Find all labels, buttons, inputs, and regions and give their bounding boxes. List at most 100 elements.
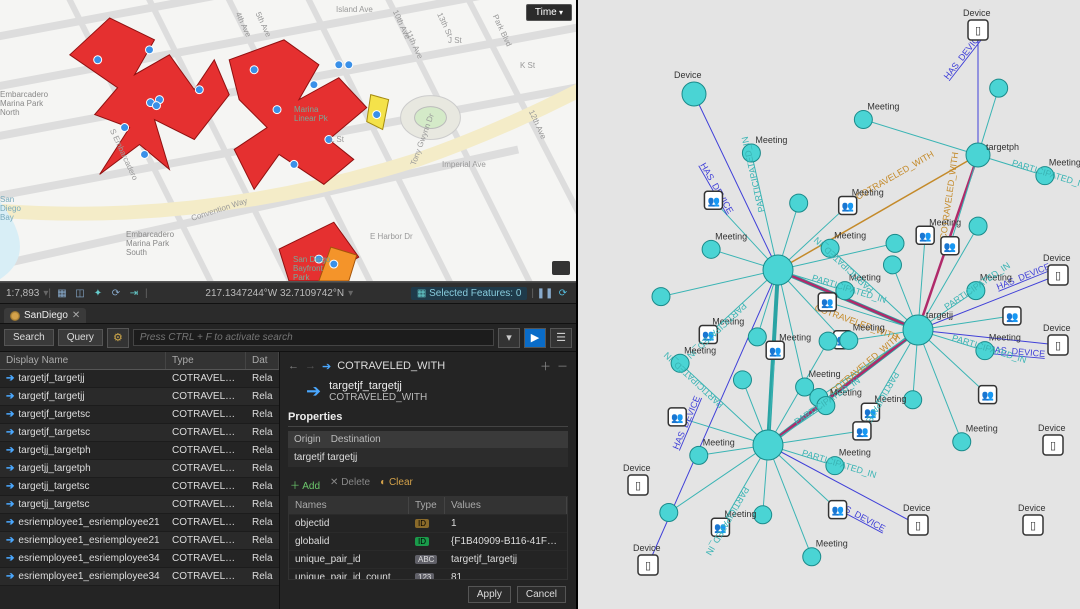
col-type[interactable]: Type — [166, 352, 246, 369]
svg-text:👥: 👥 — [769, 346, 781, 357]
tool-a-icon[interactable]: ◫ — [73, 286, 87, 300]
search-dropdown-icon[interactable]: ▾ — [498, 328, 520, 348]
map-view[interactable]: Time Island Ave J St K St L St Imperial … — [0, 0, 576, 282]
svg-text:Device: Device — [963, 8, 991, 18]
query-button[interactable]: Query — [58, 329, 103, 346]
cancel-button[interactable]: Cancel — [517, 586, 566, 603]
svg-text:Device: Device — [633, 543, 661, 553]
knowledge-graph-icon — [10, 311, 20, 321]
refresh-icon[interactable]: ⟳ — [556, 286, 570, 300]
table-row[interactable]: ➔esriemployee1_esriemployee21COTRAVELED_… — [0, 514, 279, 532]
svg-text:Meeting: Meeting — [755, 135, 787, 145]
svg-text:Device: Device — [1043, 323, 1071, 333]
svg-text:Meeting: Meeting — [989, 333, 1021, 343]
svg-text:Meeting: Meeting — [816, 539, 848, 549]
properties-table: Names Type Values objectidID1globalidID{… — [288, 496, 568, 580]
property-row[interactable]: globalidID{F1B40909-B116-41FC-95EE-FE715… — [289, 532, 567, 550]
table-row[interactable]: ➔esriemployee1_esriemployee34COTRAVELED_… — [0, 550, 279, 568]
search-button[interactable]: Search — [4, 329, 54, 346]
detail-title: targetjf_targetjj — [329, 380, 427, 392]
list-icon[interactable]: ☰ — [550, 328, 572, 348]
settings-icon[interactable]: ⚙ — [107, 328, 129, 348]
pause-icon[interactable]: ❚❚ — [538, 286, 552, 300]
run-icon[interactable]: ▶ — [524, 328, 546, 348]
constraint-icon[interactable]: ⇥ — [127, 286, 141, 300]
svg-text:Meeting: Meeting — [703, 437, 735, 447]
svg-text:Device: Device — [674, 70, 702, 80]
detail-subtype: COTRAVELED_WITH — [329, 392, 427, 403]
svg-text:Meeting: Meeting — [779, 332, 811, 342]
svg-text:👥: 👥 — [919, 231, 931, 242]
col-ptype[interactable]: Type — [409, 497, 445, 514]
origin-dest-value: targetjf targetjj — [288, 448, 568, 467]
add-property-button[interactable]: ＋ Add — [290, 477, 320, 492]
property-row[interactable]: unique_pair_id_count12381 — [289, 568, 567, 580]
svg-text:👥: 👥 — [944, 242, 956, 253]
svg-text:▯: ▯ — [975, 25, 981, 37]
svg-text:Meeting: Meeting — [1049, 158, 1080, 168]
origin-dest-header: OriginDestination — [288, 431, 568, 448]
link-chart[interactable]: COTRAVELED_WITH COTRAVELED_WITH COTRAVEL… — [578, 0, 1080, 609]
selected-features[interactable]: ▦ Selected Features: 0 — [411, 287, 528, 300]
results-list: Display Name Type Dat ➔targetjf_targetjj… — [0, 352, 280, 609]
table-row[interactable]: ➔esriemployee1_esriemployee34COTRAVELED_… — [0, 568, 279, 586]
svg-text:Meeting: Meeting — [715, 231, 747, 241]
table-row[interactable]: ➔targetjf_targetjjCOTRAVELED_WITHRela — [0, 370, 279, 388]
svg-text:Meeting: Meeting — [853, 322, 885, 332]
svg-text:▯: ▯ — [1055, 340, 1061, 352]
snap-icon[interactable]: ✦ — [91, 286, 105, 300]
col-dat[interactable]: Dat — [246, 352, 279, 369]
apply-button[interactable]: Apply — [468, 586, 511, 603]
minus-icon[interactable]: － — [557, 358, 568, 374]
svg-text:Meeting: Meeting — [966, 424, 998, 434]
svg-text:👥: 👥 — [856, 427, 868, 438]
scale-text[interactable]: 1:7,893 — [6, 288, 39, 299]
svg-text:Meeting: Meeting — [929, 217, 961, 227]
table-row[interactable]: ➔targetjj_targetphCOTRAVELED_WITHRela — [0, 460, 279, 478]
coords-text: 217.1347244°W 32.7109742°N — [205, 288, 344, 299]
table-row[interactable]: ➔targetjj_targetscCOTRAVELED_WITHRela — [0, 496, 279, 514]
col-names[interactable]: Names — [289, 497, 409, 514]
svg-text:▯: ▯ — [1030, 520, 1036, 532]
grid-icon[interactable]: ▦ — [55, 286, 69, 300]
add-icon[interactable]: ＋ — [540, 358, 551, 374]
rotate-icon[interactable]: ⟳ — [109, 286, 123, 300]
svg-text:▯: ▯ — [915, 520, 921, 532]
svg-text:👥: 👥 — [982, 391, 994, 402]
search-input[interactable] — [133, 329, 494, 346]
svg-text:▯: ▯ — [1055, 270, 1061, 282]
property-row[interactable]: objectidID1 — [289, 514, 567, 532]
col-display-name[interactable]: Display Name — [0, 352, 166, 369]
nav-back-icon[interactable]: ← — [288, 360, 299, 372]
table-row[interactable]: ➔targetjf_targetjjCOTRAVELED_WITHRela — [0, 388, 279, 406]
table-row[interactable]: ➔targetjj_targetphCOTRAVELED_WITHRela — [0, 442, 279, 460]
svg-text:👥: 👥 — [832, 506, 844, 517]
svg-text:Meeting: Meeting — [684, 345, 716, 355]
clear-button[interactable]: ◐ Clear — [380, 477, 413, 492]
table-row[interactable]: ➔targetjf_targetscCOTRAVELED_WITHRela — [0, 406, 279, 424]
basemap-icon[interactable] — [552, 261, 570, 275]
svg-text:Device: Device — [903, 503, 931, 513]
search-toolbar: Search Query ⚙ ▾ ▶ ☰ — [0, 324, 576, 352]
svg-text:👥: 👥 — [842, 201, 854, 212]
svg-text:👥: 👥 — [1006, 312, 1018, 323]
table-row[interactable]: ➔targetjj_targetscCOTRAVELED_WITHRela — [0, 478, 279, 496]
col-values[interactable]: Values — [445, 497, 567, 514]
tab-sandiego[interactable]: SanDiego ✕ — [4, 308, 86, 323]
svg-text:👥: 👥 — [707, 196, 719, 207]
svg-text:Device: Device — [1038, 423, 1066, 433]
svg-text:Meeting: Meeting — [867, 102, 899, 112]
svg-text:Meeting: Meeting — [809, 369, 841, 379]
nav-fwd-icon[interactable]: → — [305, 360, 316, 372]
property-row[interactable]: unique_pair_idABCtargetjf_targetjj — [289, 550, 567, 568]
breadcrumb: COTRAVELED_WITH — [337, 360, 534, 372]
svg-text:▯: ▯ — [645, 560, 651, 572]
table-row[interactable]: ➔targetjf_targetscCOTRAVELED_WITHRela — [0, 424, 279, 442]
time-dropdown[interactable]: Time — [526, 4, 572, 21]
svg-text:targetph: targetph — [986, 142, 1019, 152]
svg-text:Meeting: Meeting — [852, 187, 884, 197]
svg-text:👥: 👥 — [821, 298, 833, 309]
delete-property-button[interactable]: ✕ Delete — [330, 477, 370, 492]
table-row[interactable]: ➔esriemployee1_esriemployee21COTRAVELED_… — [0, 532, 279, 550]
close-icon[interactable]: ✕ — [72, 310, 80, 321]
